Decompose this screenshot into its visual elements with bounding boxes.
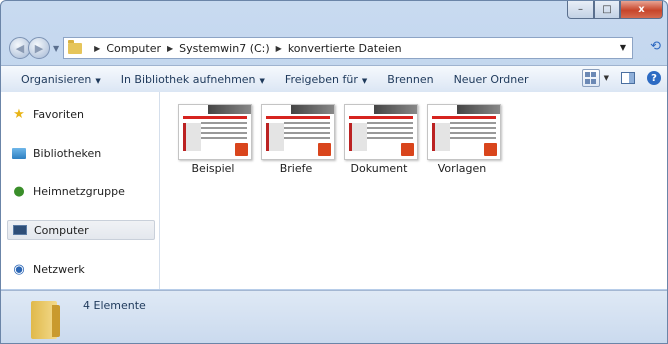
forward-arrow-icon: ▶	[34, 41, 44, 55]
include-library-button[interactable]: In Bibliothek aufnehmen ▼	[111, 73, 275, 86]
view-controls: ▼ ?	[581, 69, 661, 87]
nav-item-network[interactable]: ◉ Netzwerk	[7, 259, 155, 279]
nav-item-label: Computer	[34, 223, 89, 237]
document-thumbnail-icon	[261, 104, 335, 160]
change-view-icon[interactable]	[581, 69, 600, 87]
file-list: Beispiel Briefe Dokument Vorlagen	[160, 92, 667, 289]
crumb-folder[interactable]: konvertierte Dateien	[288, 42, 402, 55]
new-folder-button[interactable]: Neuer Ordner	[444, 73, 539, 86]
chevron-down-icon: ▼	[361, 76, 368, 85]
item-count: 4 Elemente	[83, 299, 146, 312]
share-button[interactable]: Freigeben für ▼	[275, 73, 377, 86]
document-thumbnail-icon	[178, 104, 252, 160]
include-library-label: In Bibliothek aufnehmen	[120, 72, 256, 86]
file-item[interactable]: Briefe	[253, 100, 339, 180]
refresh-icon[interactable]: ⟲	[650, 39, 661, 54]
explorer-window: – □ x ◀ ▶ ▼ ▶ Computer ▶ Systemwin7 (C:)…	[0, 0, 668, 344]
nav-buttons: ◀ ▶ ▼	[9, 37, 63, 59]
library-icon	[11, 146, 27, 160]
preview-pane-icon[interactable]	[621, 72, 635, 84]
window-controls: – □ x	[567, 1, 663, 19]
address-bar[interactable]: ▶ Computer ▶ Systemwin7 (C:) ▶ konvertie…	[63, 37, 633, 59]
organize-button[interactable]: Organisieren ▼	[1, 73, 111, 86]
folder-icon	[68, 39, 83, 54]
burn-button[interactable]: Brennen	[377, 73, 443, 86]
breadcrumb: ▶ Computer ▶ Systemwin7 (C:) ▶ konvertie…	[88, 42, 401, 55]
chevron-down-icon: ▼	[259, 76, 265, 85]
share-label: Freigeben für	[284, 72, 358, 86]
network-icon: ◉	[13, 261, 25, 277]
nav-item-homegroup[interactable]: ● Heimnetzgruppe	[7, 181, 155, 201]
address-row: ◀ ▶ ▼ ▶ Computer ▶ Systemwin7 (C:) ▶ kon…	[9, 35, 667, 61]
file-name: Dokument	[350, 162, 408, 175]
close-button[interactable]: x	[620, 1, 663, 19]
file-item[interactable]: Beispiel	[170, 100, 256, 180]
crumb-drive[interactable]: Systemwin7 (C:)	[179, 42, 270, 55]
chevron-down-icon: ▼	[95, 76, 101, 85]
file-item[interactable]: Vorlagen	[419, 100, 505, 180]
document-thumbnail-icon	[344, 104, 418, 160]
back-arrow-icon: ◀	[15, 41, 25, 55]
recent-pages-dropdown-icon[interactable]: ▼	[53, 44, 59, 53]
nav-item-libraries[interactable]: Bibliotheken	[7, 143, 155, 163]
chevron-right-icon[interactable]: ▶	[167, 44, 173, 53]
crumb-computer[interactable]: Computer	[106, 42, 161, 55]
nav-item-label: Bibliotheken	[33, 146, 102, 160]
file-name: Beispiel	[191, 162, 235, 175]
nav-item-computer[interactable]: Computer	[7, 220, 155, 240]
homegroup-icon: ●	[13, 183, 25, 199]
view-dropdown-icon[interactable]: ▼	[604, 74, 609, 82]
folder-icon	[31, 301, 60, 339]
address-dropdown-icon[interactable]: ▼	[620, 43, 626, 52]
command-bar: Organisieren ▼ In Bibliothek aufnehmen ▼ F…	[1, 65, 667, 93]
minimize-button[interactable]: –	[567, 1, 594, 19]
nav-item-favorites[interactable]: ★ Favoriten	[7, 104, 155, 124]
maximize-button[interactable]: □	[594, 1, 620, 19]
file-name: Vorlagen	[437, 162, 487, 175]
organize-label: Organisieren	[21, 72, 92, 86]
chevron-right-icon[interactable]: ▶	[276, 44, 282, 53]
file-name: Briefe	[279, 162, 313, 175]
forward-button[interactable]: ▶	[28, 37, 50, 59]
document-thumbnail-icon	[427, 104, 501, 160]
help-icon[interactable]: ?	[647, 71, 661, 85]
file-item[interactable]: Dokument	[336, 100, 422, 180]
star-icon: ★	[13, 106, 25, 122]
computer-icon	[12, 223, 28, 237]
nav-item-label: Heimnetzgruppe	[33, 184, 125, 198]
chevron-right-icon[interactable]: ▶	[94, 44, 100, 53]
navigation-pane: ★ Favoriten Bibliotheken ● Heimnetzgrupp…	[1, 92, 160, 289]
nav-item-label: Favoriten	[33, 107, 84, 121]
nav-item-label: Netzwerk	[33, 262, 85, 276]
details-pane: 4 Elemente	[1, 290, 667, 343]
